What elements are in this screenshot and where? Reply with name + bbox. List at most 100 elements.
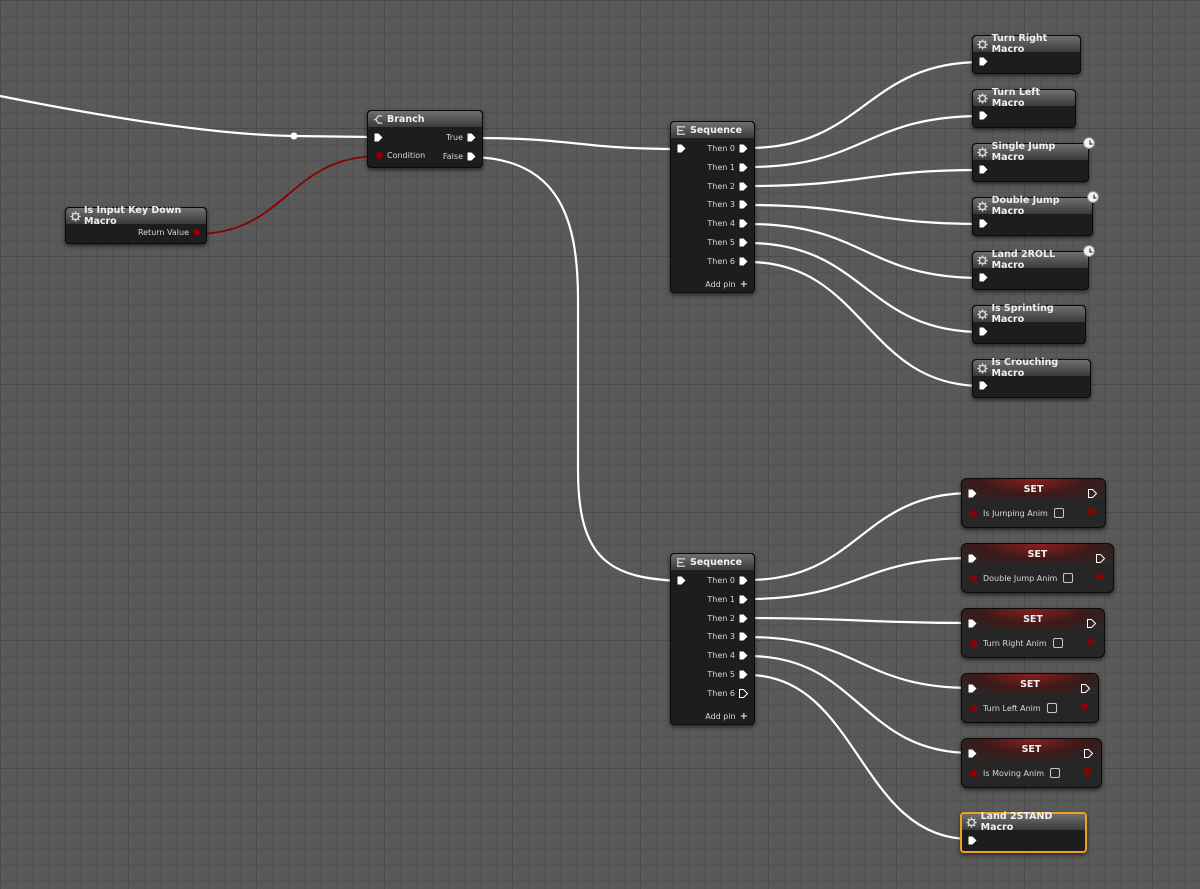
exec-wire xyxy=(747,654,973,755)
exec-in-pin[interactable] xyxy=(968,836,977,845)
macro-node[interactable]: Is Sprinting Macro xyxy=(972,303,1086,344)
set-variable-node[interactable]: SET Double Jump Anim xyxy=(961,543,1114,593)
exec-in-pin[interactable] xyxy=(677,144,686,153)
pin-label: Then 6 xyxy=(707,256,735,266)
exec-out-pin[interactable] xyxy=(739,163,748,172)
exec-out-pin[interactable] xyxy=(1087,619,1097,628)
macro-gear-icon xyxy=(966,816,978,828)
bool-pin[interactable] xyxy=(970,704,977,712)
sequence-out-pin-5: Then 5 xyxy=(707,670,748,679)
exec-in-pin[interactable] xyxy=(968,489,977,498)
exec-out-pin[interactable] xyxy=(1096,554,1106,563)
plus-icon[interactable]: + xyxy=(740,279,748,290)
exec-out-pin[interactable] xyxy=(467,133,476,142)
checkbox[interactable] xyxy=(1063,573,1074,583)
is-input-key-down-node[interactable]: Is Input Key Down Macro Return Value xyxy=(65,205,207,244)
exec-in-pin[interactable] xyxy=(979,111,988,120)
exec-in-pin[interactable] xyxy=(979,57,988,66)
sequence-node-bottom[interactable]: Sequence Then 0 Then 1 Then 2 Then 3 Then 4 T… xyxy=(670,553,755,725)
bool-out-pin[interactable] xyxy=(1087,638,1094,645)
exec-wire xyxy=(747,241,983,334)
exec-out-pin[interactable] xyxy=(467,152,476,161)
exec-in-pin[interactable] xyxy=(968,749,977,758)
sequence-icon xyxy=(675,556,687,568)
bool-out-pin[interactable] xyxy=(1081,703,1088,710)
exec-in-pin[interactable] xyxy=(968,684,977,693)
checkbox[interactable] xyxy=(1046,703,1057,713)
set-variable-node[interactable]: SET Turn Right Anim xyxy=(961,608,1105,658)
sequence-node-top[interactable]: Sequence Then 0 Then 1 Then 2 Then 3 Then 4 T… xyxy=(670,121,755,293)
bool-pin[interactable] xyxy=(376,152,383,159)
macro-gear-icon xyxy=(977,146,989,158)
macro-node[interactable]: Turn Right Macro xyxy=(972,33,1081,74)
exec-in-pin[interactable] xyxy=(374,133,383,142)
sequence-out-pin-1: Then 1 xyxy=(707,595,748,604)
bool-out-pin[interactable] xyxy=(1088,508,1095,515)
bool-pin[interactable] xyxy=(970,509,977,517)
add-pin-label[interactable]: Add pin xyxy=(705,280,735,289)
exec-out-pin[interactable] xyxy=(739,670,748,679)
bool-pin[interactable] xyxy=(970,639,977,647)
bool-pin[interactable] xyxy=(193,229,200,236)
bool-out-pin[interactable] xyxy=(1084,768,1091,775)
exec-out-pin[interactable] xyxy=(739,614,748,623)
pin-label: Then 6 xyxy=(707,688,735,698)
pin-label: Then 0 xyxy=(707,576,735,585)
exec-out-pin[interactable] xyxy=(1081,684,1091,693)
exec-out-pin[interactable] xyxy=(739,576,748,585)
node-title: Is Input Key Down Macro xyxy=(84,205,182,227)
branch-node[interactable]: Branch Condition True False xyxy=(367,110,483,168)
exec-out-pin[interactable] xyxy=(1084,749,1094,758)
bool-pin[interactable] xyxy=(970,769,977,777)
exec-out-pin[interactable] xyxy=(739,238,748,247)
macro-node[interactable]: Is Crouching Macro xyxy=(972,357,1091,398)
checkbox[interactable] xyxy=(1052,638,1063,648)
exec-in-pin[interactable] xyxy=(979,219,988,228)
exec-out-pin[interactable] xyxy=(739,651,748,660)
macro-node[interactable]: Land 2ROLL Macro xyxy=(972,245,1095,290)
exec-wire xyxy=(747,260,983,388)
exec-out-pin[interactable] xyxy=(1088,489,1098,498)
exec-in-pin[interactable] xyxy=(979,381,988,390)
exec-in-pin[interactable] xyxy=(979,273,988,282)
exec-in-pin[interactable] xyxy=(677,576,686,585)
exec-out-pin[interactable] xyxy=(739,144,748,153)
exec-out-pin[interactable] xyxy=(739,632,748,641)
exec-out-pin[interactable] xyxy=(739,200,748,209)
exec-out-pin[interactable] xyxy=(739,257,748,266)
add-pin-label[interactable]: Add pin xyxy=(705,712,735,721)
sequence-out-pin-0: Then 0 xyxy=(707,576,748,585)
macro-node[interactable]: Single Jump Macro xyxy=(972,137,1095,182)
node-title: Is Sprinting Macro xyxy=(991,303,1054,325)
macro-node[interactable]: Double Jump Macro xyxy=(972,191,1099,236)
latent-clock-icon xyxy=(1087,191,1099,203)
checkbox[interactable] xyxy=(1053,508,1064,518)
exec-in-pin[interactable] xyxy=(968,554,977,563)
exec-out-pin[interactable] xyxy=(739,688,749,698)
exec-in-pin[interactable] xyxy=(968,619,977,628)
set-variable-node[interactable]: SET Is Jumping Anim xyxy=(961,478,1106,528)
exec-wire xyxy=(747,491,973,582)
reroute-knot[interactable] xyxy=(290,132,298,140)
macro-gear-icon xyxy=(977,200,989,212)
exec-out-pin[interactable] xyxy=(739,182,748,191)
plus-icon[interactable]: + xyxy=(740,711,748,722)
exec-out-pin[interactable] xyxy=(739,219,748,228)
macro-gear-icon xyxy=(977,92,989,104)
exec-in-pin[interactable] xyxy=(979,165,988,174)
macro-node[interactable]: Turn Left Macro xyxy=(972,87,1076,128)
sequence-out-pin-2: Then 2 xyxy=(707,614,748,623)
checkbox[interactable] xyxy=(1050,768,1061,778)
land-2stand-macro-node[interactable]: Land 2STAND Macro xyxy=(960,811,1087,853)
bool-pin[interactable] xyxy=(970,574,977,582)
exec-in-pin[interactable] xyxy=(979,327,988,336)
exec-wire xyxy=(473,136,681,151)
set-variable-node[interactable]: SET Turn Left Anim xyxy=(961,673,1099,723)
var-label: Is Jumping Anim xyxy=(983,508,1048,518)
exec-out-pin[interactable] xyxy=(739,595,748,604)
bool-out-pin[interactable] xyxy=(1096,573,1103,580)
sequence-out-pin-3: Then 3 xyxy=(707,200,748,209)
set-variable-node[interactable]: SET Is Moving Anim xyxy=(961,738,1102,788)
node-title: Sequence xyxy=(690,124,743,136)
var-label: Is Moving Anim xyxy=(983,768,1045,778)
